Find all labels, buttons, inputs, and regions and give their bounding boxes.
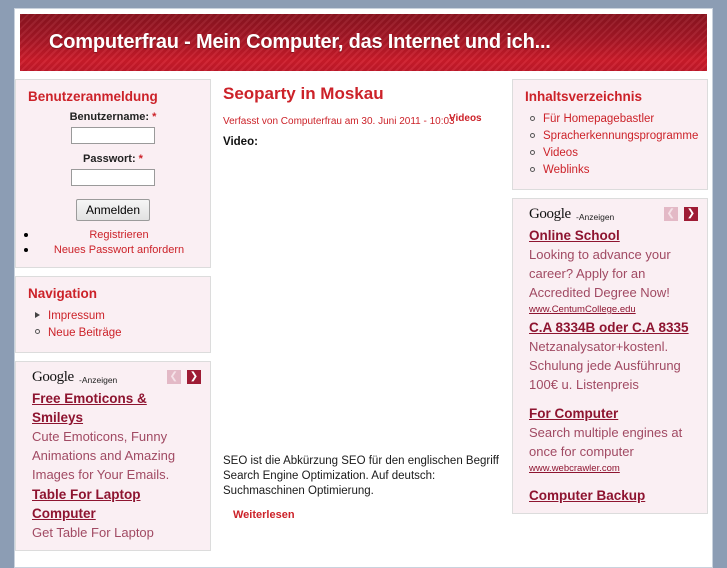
site-header: Computerfrau - Mein Computer, das Intern… xyxy=(20,14,707,71)
ad-title[interactable]: Free Emoticons & Smileys xyxy=(32,389,201,427)
google-ads-label: -Anzeigen xyxy=(79,375,118,385)
user-login-block-title: Benutzeranmeldung xyxy=(28,89,158,104)
read-more-link[interactable]: Weiterlesen xyxy=(233,509,295,521)
sidebar-item-videos[interactable]: Videos xyxy=(529,145,697,160)
password-label: Passwort: * xyxy=(26,153,200,165)
ad-text: Cute Emoticons, Funny Animations and Ama… xyxy=(32,429,176,482)
chevron-right-icon[interactable]: ❯ xyxy=(684,207,698,221)
submitted-row: Verfasst von Computerfrau am 30. Juni 20… xyxy=(223,113,507,127)
google-ads-block-left: Google -Anzeigen ❮ ❯ Free Emoticons & Sm… xyxy=(15,361,211,551)
username-form-item: Benutzername: * xyxy=(26,111,200,144)
register-link[interactable]: Registrieren xyxy=(89,229,148,241)
triangle-right-icon xyxy=(34,311,42,319)
sidebar-item-homepagebastler[interactable]: Für Homepagebastler xyxy=(529,111,697,126)
right-sidebar: Inhaltsverzeichnis Für Homepagebastler S… xyxy=(512,79,708,522)
chevron-right-icon[interactable]: ❯ xyxy=(187,370,201,384)
video-embed-area xyxy=(221,154,507,454)
page-container: Computerfrau - Mein Computer, das Intern… xyxy=(14,8,713,568)
ad-title[interactable]: Online School xyxy=(529,226,698,245)
chevron-left-icon[interactable]: ❮ xyxy=(663,207,678,221)
toc-block: Inhaltsverzeichnis Für Homepagebastler S… xyxy=(512,79,708,190)
circle-bullet-icon xyxy=(529,132,535,138)
toc-list: Für Homepagebastler Spracherkennungsprog… xyxy=(523,111,698,177)
submitted-info: Verfasst von Computerfrau am 30. Juni 20… xyxy=(223,116,455,127)
circle-bullet-icon xyxy=(34,328,42,336)
ad-title[interactable]: Table For Laptop Computer xyxy=(32,485,201,523)
list-item: Neues Passwort anfordern xyxy=(38,242,200,256)
google-ads-nav: ❮ ❯ xyxy=(663,207,698,221)
ad-text: Get Table For Laptop xyxy=(32,525,154,540)
toc-block-title: Inhaltsverzeichnis xyxy=(525,89,643,104)
ad-title[interactable]: C.A 8334B oder C.A 8335 xyxy=(529,318,698,337)
list-item: Registrieren xyxy=(38,227,200,241)
sidebar-item-spracherkennungsprogramme[interactable]: Spracherkennungsprogramme xyxy=(529,128,698,143)
sidebar-item-weblinks[interactable]: Weblinks xyxy=(529,162,697,177)
sidebar-item-label[interactable]: Neue Beiträge xyxy=(48,327,122,339)
taxonomy-term-videos[interactable]: Videos xyxy=(449,113,482,124)
google-ads-label: -Anzeigen xyxy=(576,212,615,222)
password-input[interactable] xyxy=(71,169,155,186)
password-form-item: Passwort: * xyxy=(26,153,200,186)
site-title: Computerfrau - Mein Computer, das Intern… xyxy=(49,31,551,53)
sidebar-item-label[interactable]: Impressum xyxy=(48,310,105,322)
ad-text: Netzanalysator+kostenl. Schulung jede Au… xyxy=(529,339,681,392)
navigation-block-title: Navigation xyxy=(28,286,98,301)
google-logo: Google xyxy=(529,206,571,222)
circle-bullet-icon xyxy=(529,166,535,172)
password-required-marker: * xyxy=(138,153,143,165)
username-input[interactable] xyxy=(71,127,155,144)
google-ads-nav: ❮ ❯ xyxy=(166,370,201,384)
ad-text: Looking to advance your career? Apply fo… xyxy=(529,247,671,300)
node-teaser: SEO ist die Abkürzung SEO für den englis… xyxy=(223,455,499,497)
username-label-text: Benutzername: xyxy=(69,111,150,123)
user-login-block: Benutzeranmeldung Benutzername: * Passwo… xyxy=(15,79,211,268)
page-title: Seoparty in Moskau xyxy=(223,84,384,103)
sidebar-item-label[interactable]: Weblinks xyxy=(543,164,589,176)
circle-bullet-icon xyxy=(529,149,535,155)
login-links-list: Registrieren Neues Passwort anfordern xyxy=(26,227,200,256)
video-label: Video: xyxy=(223,136,258,148)
chevron-left-icon[interactable]: ❮ xyxy=(166,370,181,384)
google-ads-header: Google -Anzeigen ❮ ❯ xyxy=(32,369,201,387)
google-logo: Google xyxy=(32,369,74,385)
sidebar-item-label[interactable]: Videos xyxy=(543,147,578,159)
ad-text: Search multiple engines at once for comp… xyxy=(529,425,683,459)
sidebar-item-impressum[interactable]: Impressum xyxy=(34,308,200,323)
navigation-block: Navigation Impressum Neue Beiträge xyxy=(15,276,211,353)
username-label: Benutzername: * xyxy=(26,111,200,123)
google-ads-header: Google -Anzeigen ❮ ❯ xyxy=(529,206,698,224)
login-submit-button[interactable]: Anmelden xyxy=(75,199,151,221)
request-password-link[interactable]: Neues Passwort anfordern xyxy=(54,244,184,256)
navigation-list: Impressum Neue Beiträge xyxy=(26,308,200,340)
sidebar-item-label[interactable]: Spracherkennungsprogramme xyxy=(543,130,698,142)
login-submit-wrapper: Anmelden xyxy=(26,199,200,221)
google-ads-block-right: Google -Anzeigen ❮ ❯ Online School Looki… xyxy=(512,198,708,514)
ad-title[interactable]: For Computer xyxy=(529,404,698,423)
circle-bullet-icon xyxy=(529,115,535,121)
password-label-text: Passwort: xyxy=(83,153,136,165)
ad-separator xyxy=(529,394,698,403)
sidebar-item-neue-beitraege[interactable]: Neue Beiträge xyxy=(34,325,200,340)
ad-title[interactable]: Computer Backup xyxy=(529,486,698,505)
ad-separator xyxy=(529,476,698,485)
left-sidebar: Benutzeranmeldung Benutzername: * Passwo… xyxy=(15,79,211,559)
sidebar-item-label[interactable]: Für Homepagebastler xyxy=(543,113,654,125)
main-content: Seoparty in Moskau Verfasst von Computer… xyxy=(221,79,507,521)
username-required-marker: * xyxy=(152,111,157,123)
ad-url[interactable]: www.CentumCollege.edu xyxy=(529,303,698,317)
ad-url[interactable]: www.webcrawler.com xyxy=(529,462,698,476)
